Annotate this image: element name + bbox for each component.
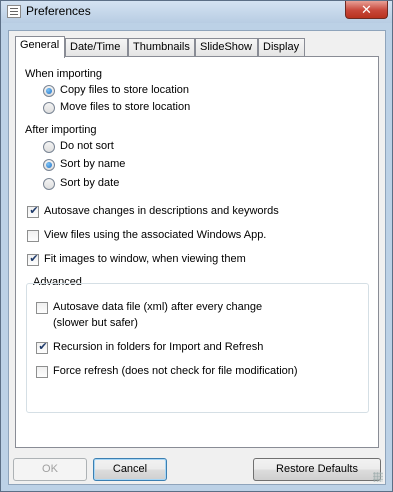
force-refresh-checkbox[interactable] bbox=[36, 366, 48, 378]
title-bar[interactable]: Preferences ✕ bbox=[1, 1, 392, 23]
preferences-window: Preferences ✕ General Date/Time Thumbnai… bbox=[0, 0, 393, 492]
general-tab-panel: When importing Copy files to store locat… bbox=[15, 56, 379, 448]
check-mark-icon: ✔ bbox=[38, 341, 48, 353]
tab-general[interactable]: General bbox=[15, 36, 65, 58]
ok-button[interactable]: OK bbox=[13, 458, 87, 481]
check-mark-icon: ✔ bbox=[29, 205, 39, 217]
tab-display[interactable]: Display bbox=[258, 38, 305, 57]
sort-by-date-radio[interactable] bbox=[43, 178, 55, 190]
sort-by-date-label[interactable]: Sort by date bbox=[60, 177, 119, 189]
check-mark-icon: ✔ bbox=[29, 253, 39, 265]
app-icon bbox=[7, 5, 21, 18]
tab-thumbnails[interactable]: Thumbnails bbox=[128, 38, 195, 57]
tab-slideshow[interactable]: SlideShow bbox=[195, 38, 258, 57]
autosave-changes-checkbox[interactable]: ✔ bbox=[27, 205, 39, 218]
cancel-button[interactable]: Cancel bbox=[93, 458, 167, 481]
fit-images-label[interactable]: Fit images to window, when viewing them bbox=[44, 253, 246, 265]
close-button[interactable]: ✕ bbox=[345, 1, 388, 19]
copy-files-radio[interactable] bbox=[43, 85, 55, 97]
tab-date-time[interactable]: Date/Time bbox=[65, 38, 128, 57]
view-files-checkbox[interactable] bbox=[27, 230, 39, 242]
recursion-checkbox[interactable]: ✔ bbox=[36, 341, 48, 354]
fit-images-checkbox[interactable]: ✔ bbox=[27, 253, 39, 266]
sort-by-name-radio[interactable] bbox=[43, 159, 55, 171]
move-files-label[interactable]: Move files to store location bbox=[60, 101, 190, 113]
do-not-sort-radio[interactable] bbox=[43, 141, 55, 153]
move-files-radio[interactable] bbox=[43, 102, 55, 114]
force-refresh-label[interactable]: Force refresh (does not check for file m… bbox=[53, 365, 298, 377]
autosave-changes-label[interactable]: Autosave changes in descriptions and key… bbox=[44, 205, 279, 217]
window-title: Preferences bbox=[26, 4, 91, 18]
when-importing-heading: When importing bbox=[25, 68, 103, 80]
autosave-xml-checkbox[interactable] bbox=[36, 302, 48, 314]
autosave-xml-sublabel: (slower but safer) bbox=[53, 317, 138, 329]
after-importing-heading: After importing bbox=[25, 124, 97, 136]
resize-grip-icon[interactable] bbox=[373, 472, 383, 482]
view-files-label[interactable]: View files using the associated Windows … bbox=[44, 229, 266, 241]
sort-by-name-label[interactable]: Sort by name bbox=[60, 158, 125, 170]
autosave-xml-label[interactable]: Autosave data file (xml) after every cha… bbox=[53, 301, 262, 313]
recursion-label[interactable]: Recursion in folders for Import and Refr… bbox=[53, 341, 263, 353]
dialog-client: General Date/Time Thumbnails SlideShow D… bbox=[8, 30, 386, 485]
do-not-sort-label[interactable]: Do not sort bbox=[60, 140, 114, 152]
restore-defaults-button[interactable]: Restore Defaults bbox=[253, 458, 381, 481]
copy-files-label[interactable]: Copy files to store location bbox=[60, 84, 189, 96]
